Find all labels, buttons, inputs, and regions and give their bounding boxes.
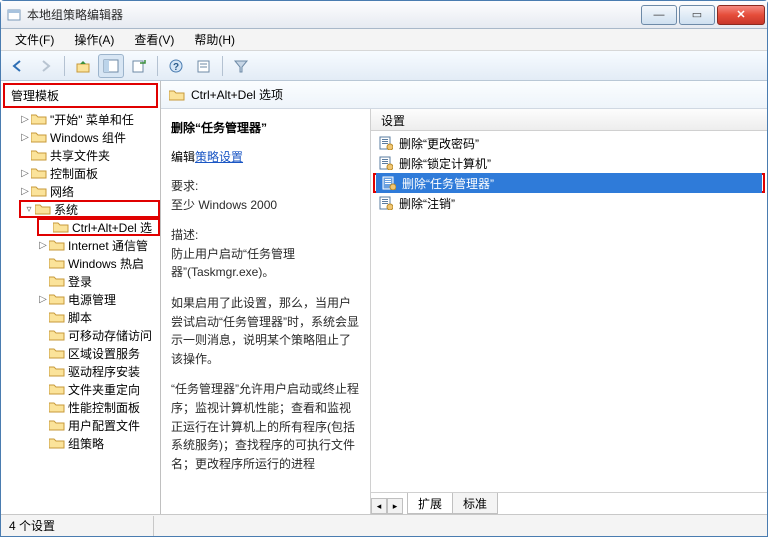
tree-item[interactable]: 脚本 [37,308,160,326]
list-row[interactable]: 删除“任务管理器” [376,173,762,193]
folder-icon [35,202,51,216]
properties-button[interactable] [191,54,217,78]
description-panel: 删除“任务管理器” 编辑策略设置 要求:至少 Windows 2000 描述:防… [161,109,371,514]
tree-item[interactable]: ▷电源管理 [37,290,160,308]
tree-item-system[interactable]: ▿ 系统 [19,200,160,218]
app-icon [7,8,21,22]
folder-icon [49,382,65,396]
tree-item[interactable]: 组策略 [37,434,160,452]
menu-file[interactable]: 文件(F) [7,29,62,50]
menu-view[interactable]: 查看(V) [126,29,182,50]
list-row[interactable]: 删除“更改密码” [373,133,765,153]
titlebar: 本地组策略编辑器 — ▭ ✕ [1,1,767,29]
filter-button[interactable] [228,54,254,78]
maximize-button[interactable]: ▭ [679,5,715,25]
folder-icon [31,112,47,126]
list-row[interactable]: 删除“注销” [373,193,765,213]
minimize-button[interactable]: — [641,5,677,25]
folder-icon [49,436,65,450]
folder-icon [49,418,65,432]
right-header-title: Ctrl+Alt+Del 选项 [191,86,283,103]
menu-help[interactable]: 帮助(H) [186,29,243,50]
settings-list[interactable]: 删除“更改密码”删除“锁定计算机”删除“任务管理器”删除“注销” [371,131,767,492]
tree-item[interactable]: 性能控制面板 [37,398,160,416]
list-column-header[interactable]: 设置 [371,109,767,131]
tree-item[interactable]: Windows 热启 [37,254,160,272]
close-button[interactable]: ✕ [717,5,765,25]
tree-item[interactable]: ▷Windows 组件 [19,128,160,146]
tree-root-admin-templates[interactable]: 管理模板 [3,83,158,108]
tab-scroll-left[interactable]: ◂ [371,498,387,514]
tree-item-ctrl-alt-del[interactable]: Ctrl+Alt+Del 选 [37,218,160,236]
toolbar: ? [1,51,767,81]
up-button[interactable] [70,54,96,78]
tab-extended[interactable]: 扩展 [407,493,453,514]
tree-item[interactable]: 用户配置文件 [37,416,160,434]
folder-icon [31,148,47,162]
folder-icon [49,346,65,360]
tab-standard[interactable]: 标准 [452,493,498,514]
window-title: 本地组策略编辑器 [27,6,639,23]
back-button[interactable] [5,54,31,78]
tab-scroll-right[interactable]: ▸ [387,498,403,514]
policy-icon [377,155,395,171]
tree-item[interactable]: 文件夹重定向 [37,380,160,398]
policy-icon [380,175,398,191]
help-button[interactable]: ? [163,54,189,78]
tree-item[interactable]: ▷网络 [19,182,160,200]
folder-icon [49,328,65,342]
folder-icon [169,88,185,101]
tree-item[interactable]: 登录 [37,272,160,290]
folder-icon [49,364,65,378]
folder-icon [49,238,65,252]
edit-policy-link[interactable]: 策略设置 [195,150,243,164]
tree-item[interactable]: ▷"开始" 菜单和任 [19,110,160,128]
folder-icon [49,400,65,414]
policy-title: 删除“任务管理器” [171,119,360,136]
folder-icon [31,130,47,144]
tree-item[interactable]: 驱动程序安装 [37,362,160,380]
folder-icon [49,310,65,324]
folder-icon [49,292,65,306]
show-tree-button[interactable] [98,54,124,78]
folder-icon [53,220,69,234]
tree-item[interactable]: 共享文件夹 [19,146,160,164]
forward-button[interactable] [33,54,59,78]
status-text: 4 个设置 [9,517,55,534]
status-bar: 4 个设置 [1,514,767,536]
tree-item[interactable]: ▷Internet 通信管 [37,236,160,254]
export-button[interactable] [126,54,152,78]
folder-icon [49,256,65,270]
tree-pane[interactable]: 管理模板 ▷"开始" 菜单和任▷Windows 组件共享文件夹▷控制面板▷网络 … [1,81,161,514]
policy-icon [377,195,395,211]
view-tabs: ◂ ▸ 扩展 标准 [371,492,767,514]
right-header: Ctrl+Alt+Del 选项 [161,81,767,109]
menu-action[interactable]: 操作(A) [66,29,122,50]
policy-icon [377,135,395,151]
svg-text:?: ? [173,62,179,73]
folder-icon [31,184,47,198]
list-row[interactable]: 删除“锁定计算机” [373,153,765,173]
folder-icon [31,166,47,180]
tree-item[interactable]: ▷控制面板 [19,164,160,182]
tree-item[interactable]: 可移动存储访问 [37,326,160,344]
tree-item[interactable]: 区域设置服务 [37,344,160,362]
menubar: 文件(F) 操作(A) 查看(V) 帮助(H) [1,29,767,51]
folder-icon [49,274,65,288]
